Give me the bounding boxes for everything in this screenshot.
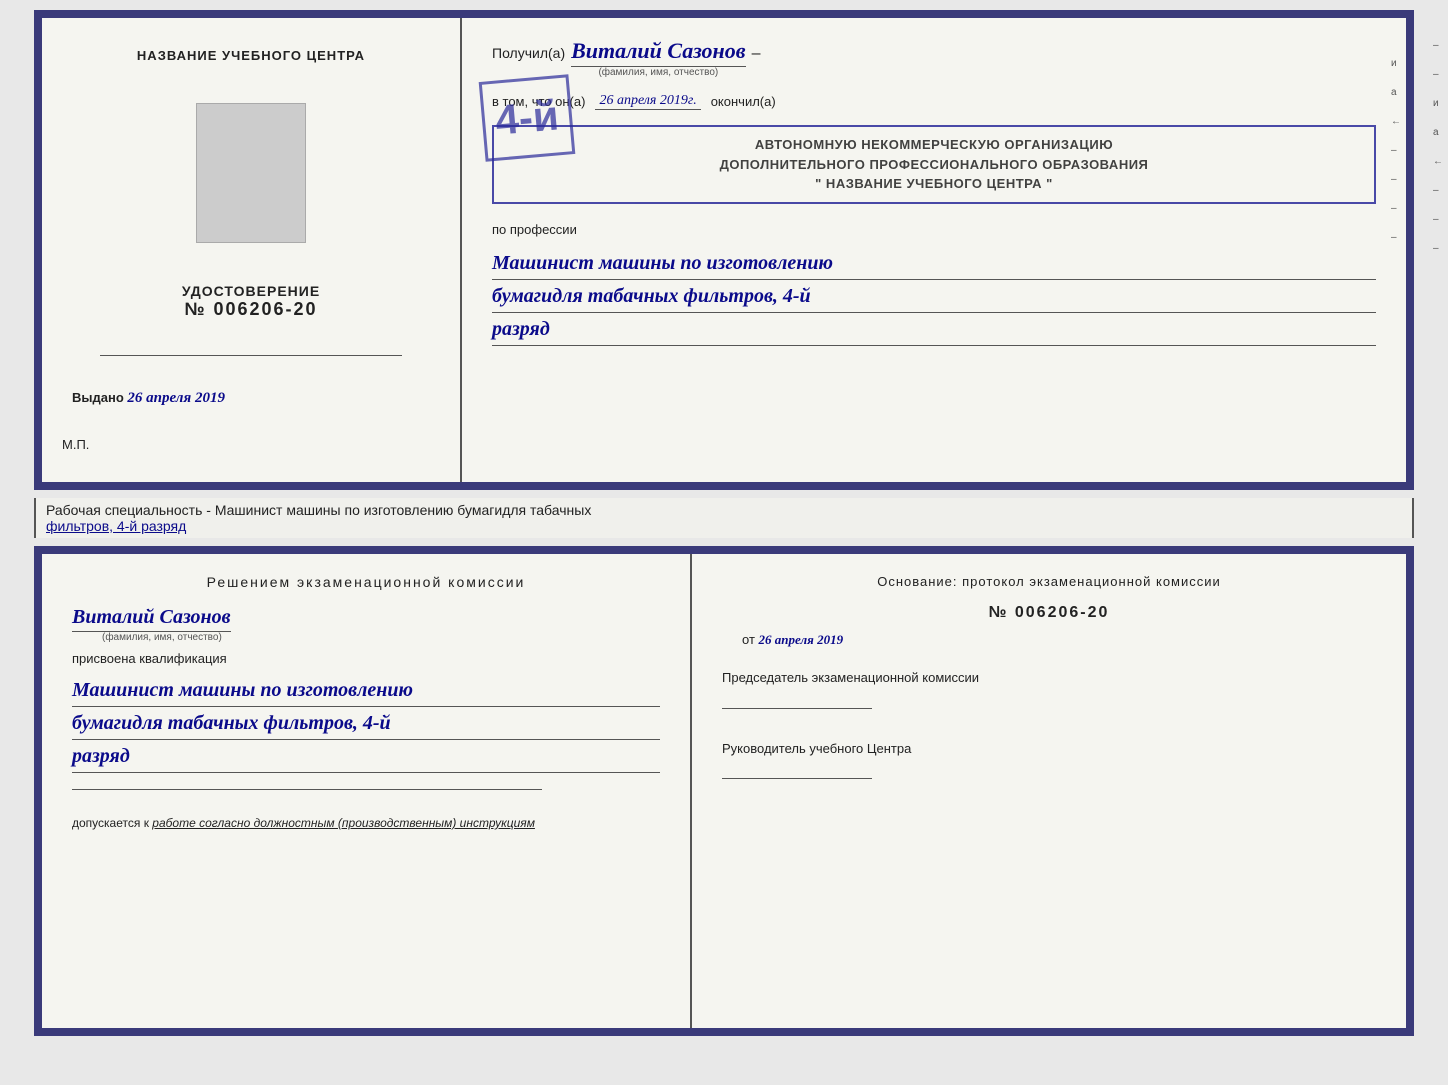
- name-col: Виталий Сазонов (фамилия, имя, отчество): [571, 38, 745, 78]
- poluchil-label: Получил(а): [492, 45, 565, 61]
- bottom-recipient-name: Виталий Сазонов: [72, 606, 231, 632]
- profession-line2: бумагидля табачных фильтров, 4-й: [492, 280, 1376, 313]
- name-sublabel: (фамилия, имя, отчество): [598, 67, 718, 78]
- divider-line: [100, 355, 402, 356]
- right-edge-marks: и а ← – – – –: [1391, 58, 1401, 243]
- bottom-certificate: Решением экзаменационной комиссии Витали…: [34, 546, 1414, 1036]
- profession-line3: разряд: [492, 313, 1376, 346]
- profession-line1: Машинист машины по изготовлению: [492, 247, 1376, 280]
- bottom-divider: [72, 789, 542, 790]
- bmark-dash2: –: [1433, 69, 1443, 80]
- protocol-number: № 006206-20: [722, 604, 1376, 622]
- middle-text-strip: Рабочая специальность - Машинист машины …: [34, 498, 1414, 538]
- date-row: в том, что он(а) 26 апреля 2019г. окончи…: [492, 93, 1376, 110]
- decision-title: Решением экзаменационной комиссии: [72, 574, 660, 590]
- dopusk-text: работе согласно должностным (производств…: [152, 816, 535, 830]
- bmark-dash3: –: [1433, 185, 1443, 196]
- bmark-dash1: –: [1433, 40, 1443, 51]
- org-line2: ДОПОЛНИТЕЛЬНОГО ПРОФЕССИОНАЛЬНОГО ОБРАЗО…: [509, 155, 1359, 175]
- cert-left-panel: НАЗВАНИЕ УЧЕБНОГО ЦЕНТРА УДОСТОВЕРЕНИЕ №…: [42, 18, 462, 482]
- completion-date: 26 апреля 2019г.: [595, 93, 700, 110]
- udostoverenie-block: УДОСТОВЕРЕНИЕ № 006206-20: [182, 283, 320, 320]
- protocol-date-row: от 26 апреля 2019: [722, 632, 1376, 648]
- mark-dash3: –: [1391, 203, 1401, 214]
- ot-label: от: [742, 632, 755, 647]
- bmark-i: и: [1433, 98, 1443, 109]
- dash-top: –: [752, 45, 761, 63]
- mark-i: и: [1391, 58, 1401, 69]
- dopuskaetsya-block: допускается к работе согласно должностны…: [72, 816, 660, 830]
- middle-text-underlined: фильтров, 4-й разряд: [46, 518, 186, 534]
- bmark-dash4: –: [1433, 214, 1443, 225]
- osnov-label: Основание: протокол экзаменационной коми…: [722, 574, 1376, 589]
- profession-block: Машинист машины по изготовлению бумагидл…: [492, 247, 1376, 346]
- prisvoen-label: присвоена квалификация: [72, 651, 660, 666]
- cert-number: № 006206-20: [182, 299, 320, 320]
- ot-date: 26 апреля 2019: [759, 632, 844, 647]
- mp-label: М.П.: [62, 437, 89, 452]
- bmark-a: а: [1433, 127, 1443, 138]
- po-professii-label: по профессии: [492, 222, 1376, 237]
- okonchil-label: окончил(а): [711, 94, 776, 109]
- recipient-row: Получил(а) Виталий Сазонов (фамилия, имя…: [492, 38, 1376, 78]
- mark-dash4: –: [1391, 232, 1401, 243]
- mark-dash1: –: [1391, 145, 1401, 156]
- head-label: Руководитель учебного Центра: [722, 739, 1376, 759]
- vydano-label: Выдано: [72, 390, 124, 405]
- bottom-name-sublabel: (фамилия, имя, отчество): [72, 632, 222, 643]
- head-block: Руководитель учебного Центра: [722, 739, 1376, 780]
- org-line3: " НАЗВАНИЕ УЧЕБНОГО ЦЕНТРА ": [509, 174, 1359, 194]
- qual-line1: Машинист машины по изготовлению: [72, 674, 660, 707]
- photo-placeholder: [196, 103, 306, 243]
- vydano-block: Выдано 26 апреля 2019: [72, 390, 225, 407]
- dopusk-prefix: допускается к: [72, 816, 149, 830]
- cert-right-panel: Получил(а) Виталий Сазонов (фамилия, имя…: [462, 18, 1406, 482]
- mark-arrow: ←: [1391, 116, 1401, 127]
- qual-line2: бумагидля табачных фильтров, 4-й: [72, 707, 660, 740]
- udostoverenie-label: УДОСТОВЕРЕНИЕ: [182, 283, 320, 299]
- bottom-right-panel: Основание: протокол экзаменационной коми…: [692, 554, 1406, 1028]
- chairman-block: Председатель экзаменационной комиссии: [722, 668, 1376, 709]
- qualification-block: Машинист машины по изготовлению бумагидл…: [72, 674, 660, 773]
- bottom-right-edge-marks: – – и а ← – – –: [1433, 40, 1443, 254]
- mark-a: а: [1391, 87, 1401, 98]
- org-block: АВТОНОМНУЮ НЕКОММЕРЧЕСКУЮ ОРГАНИЗАЦИЮ ДО…: [492, 125, 1376, 204]
- bottom-left-panel: Решением экзаменационной комиссии Витали…: [42, 554, 692, 1028]
- bmark-dash5: –: [1433, 243, 1443, 254]
- recipient-name: Виталий Сазонов: [571, 38, 745, 67]
- top-certificate: НАЗВАНИЕ УЧЕБНОГО ЦЕНТРА УДОСТОВЕРЕНИЕ №…: [34, 10, 1414, 490]
- bmark-arrow: ←: [1433, 156, 1443, 167]
- chairman-sign-line: [722, 708, 872, 709]
- center-name-title: НАЗВАНИЕ УЧЕБНОГО ЦЕНТРА: [137, 48, 365, 63]
- bottom-name-block: Виталий Сазонов (фамилия, имя, отчество): [72, 606, 660, 643]
- middle-text-main: Рабочая специальность - Машинист машины …: [46, 502, 591, 518]
- vydano-date: 26 апреля 2019: [127, 390, 225, 406]
- mark-dash2: –: [1391, 174, 1401, 185]
- head-sign-line: [722, 778, 872, 779]
- qual-line3: разряд: [72, 740, 660, 773]
- chairman-label: Председатель экзаменационной комиссии: [722, 668, 1376, 688]
- org-line1: АВТОНОМНУЮ НЕКОММЕРЧЕСКУЮ ОРГАНИЗАЦИЮ: [509, 135, 1359, 155]
